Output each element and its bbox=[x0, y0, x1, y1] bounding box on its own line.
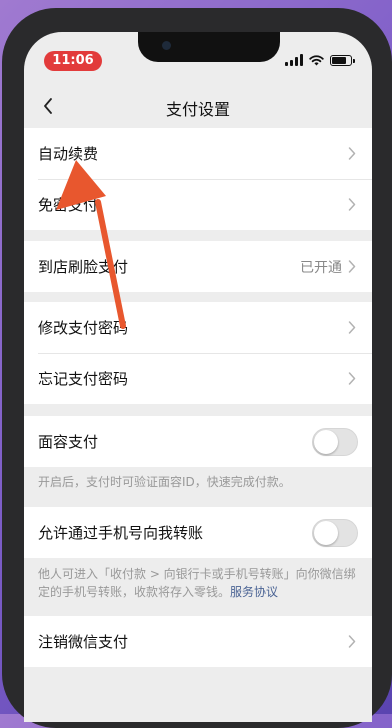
modify-password-row[interactable]: 修改支付密码 bbox=[24, 302, 372, 353]
cancel-group: 注销微信支付 bbox=[24, 616, 372, 667]
face-scan-pay-label: 到店刷脸支付 bbox=[38, 258, 129, 276]
forgot-password-row[interactable]: 忘记支付密码 bbox=[24, 353, 372, 404]
phone-frame: 11:06 支付设置 自动续费 免密支付 到店刷脸支付 已开通 修改支付密码 忘… bbox=[2, 8, 392, 728]
forgot-password-label: 忘记支付密码 bbox=[38, 370, 129, 388]
chevron-right-icon bbox=[348, 197, 358, 213]
phone-transfer-label: 允许通过手机号向我转账 bbox=[38, 524, 204, 542]
face-id-label: 面容支付 bbox=[38, 433, 99, 451]
auto-renew-label: 自动续费 bbox=[38, 145, 99, 163]
password-group: 修改支付密码 忘记支付密码 bbox=[24, 302, 372, 404]
face-id-note: 开启后，支付时可验证面容ID，快速完成付款。 bbox=[38, 475, 291, 489]
chevron-right-icon bbox=[348, 371, 358, 387]
face-scan-status: 已开通 bbox=[300, 259, 342, 276]
status-time: 11:06 bbox=[44, 51, 102, 71]
screen: 11:06 支付设置 自动续费 免密支付 到店刷脸支付 已开通 修改支付密码 忘… bbox=[24, 32, 372, 722]
face-id-group: 面容支付 bbox=[24, 416, 372, 467]
chevron-right-icon bbox=[348, 320, 358, 336]
toggle-knob bbox=[314, 520, 338, 545]
service-agreement-link[interactable]: 服务协议 bbox=[230, 585, 278, 599]
face-id-toggle[interactable] bbox=[312, 427, 358, 456]
transfer-note-text: 他人可进入「收付款 > 向银行卡或手机号转账」向你微信绑定的手机号转账，收款将存… bbox=[38, 567, 356, 599]
face-scan-pay-row[interactable]: 到店刷脸支付 已开通 bbox=[24, 241, 372, 292]
chevron-right-icon bbox=[348, 146, 358, 162]
no-password-pay-row[interactable]: 免密支付 bbox=[24, 179, 372, 230]
toggle-knob bbox=[314, 429, 338, 454]
camera-icon bbox=[162, 41, 171, 50]
cancel-wechat-pay-row[interactable]: 注销微信支付 bbox=[24, 616, 372, 667]
status-icons bbox=[285, 54, 355, 66]
wifi-icon bbox=[309, 54, 324, 65]
chevron-right-icon bbox=[348, 259, 358, 275]
cancel-wechat-pay-label: 注销微信支付 bbox=[38, 633, 129, 651]
transfer-note: 他人可进入「收付款 > 向银行卡或手机号转账」向你微信绑定的手机号转账，收款将存… bbox=[38, 565, 360, 601]
signal-icon bbox=[285, 54, 303, 66]
nav-bar: 支付设置 bbox=[24, 84, 372, 128]
phone-transfer-row: 允许通过手机号向我转账 bbox=[24, 507, 372, 558]
page-title: 支付设置 bbox=[165, 100, 230, 119]
modify-password-label: 修改支付密码 bbox=[38, 319, 129, 337]
no-password-pay-label: 免密支付 bbox=[38, 196, 99, 214]
face-id-row: 面容支付 bbox=[24, 416, 372, 467]
auto-renew-row[interactable]: 自动续费 bbox=[24, 128, 372, 179]
renew-group: 自动续费 免密支付 bbox=[24, 128, 372, 230]
phone-transfer-toggle[interactable] bbox=[312, 518, 358, 547]
notch bbox=[138, 32, 280, 62]
battery-icon bbox=[330, 54, 355, 66]
chevron-right-icon bbox=[348, 634, 358, 650]
transfer-group: 允许通过手机号向我转账 bbox=[24, 507, 372, 558]
face-scan-group: 到店刷脸支付 已开通 bbox=[24, 241, 372, 292]
